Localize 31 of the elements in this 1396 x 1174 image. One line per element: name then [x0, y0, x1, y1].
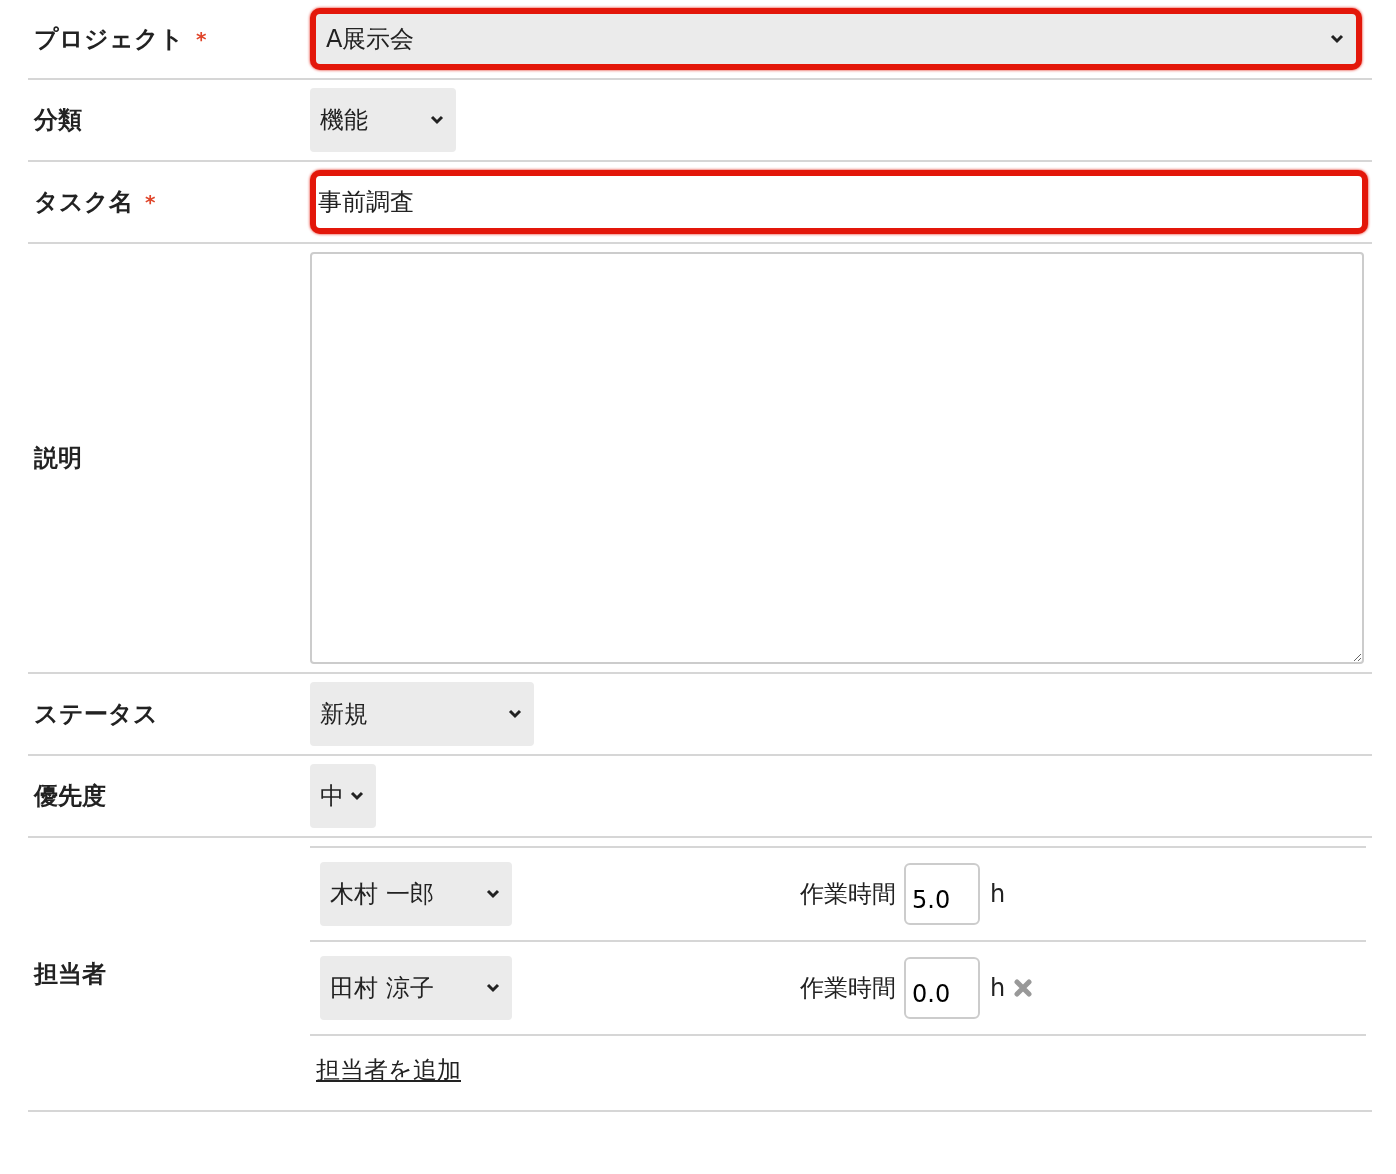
dropdown-select[interactable]: 中 — [310, 764, 376, 828]
chevron-down-icon — [486, 983, 500, 993]
task-name-field[interactable]: 事前調査 — [310, 170, 1368, 234]
field-label: ステータス — [34, 699, 158, 730]
field-label: 優先度 — [34, 781, 106, 812]
assignee-select[interactable]: 田村 涼子 — [320, 956, 512, 1020]
description-field[interactable] — [310, 252, 1364, 664]
chevron-down-icon — [350, 791, 364, 801]
required-mark: * — [196, 27, 207, 51]
chevron-down-icon — [508, 709, 522, 719]
chevron-down-icon — [430, 115, 444, 125]
field-label: 担当者 — [34, 959, 106, 990]
remove-icon[interactable] — [1013, 978, 1034, 998]
required-mark: * — [145, 190, 156, 214]
work-hours-field[interactable]: 5.0 — [904, 863, 980, 925]
work-hours-field[interactable]: 0.0 — [904, 957, 980, 1019]
add-assignee-link[interactable]: 担当者を追加 — [316, 1056, 461, 1084]
dropdown-select[interactable]: 機能 — [310, 88, 456, 152]
dropdown-select[interactable]: 新規 — [310, 682, 534, 746]
hours-unit: h — [990, 880, 1006, 908]
chevron-down-icon — [486, 889, 500, 899]
work-hours-label: 作業時間 — [800, 973, 896, 1004]
assignee-select[interactable]: 木村 一郎 — [320, 862, 512, 926]
chevron-down-icon — [1330, 34, 1344, 44]
field-label: 分類 — [34, 105, 82, 136]
hours-unit: h — [990, 974, 1006, 1002]
field-label: タスク名 — [34, 187, 133, 218]
work-hours-label: 作業時間 — [800, 879, 896, 910]
project-select[interactable]: A展示会 — [310, 8, 1362, 70]
field-label: 説明 — [34, 443, 82, 474]
field-label: プロジェクト — [34, 24, 184, 55]
